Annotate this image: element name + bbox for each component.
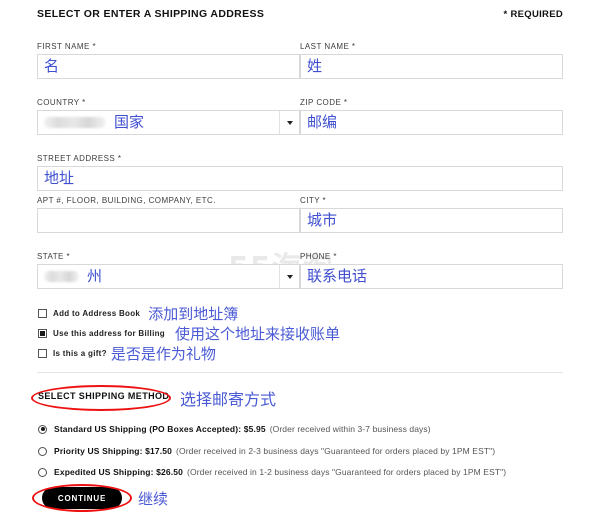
checkbox-icon[interactable] [38,329,47,338]
state-redacted-text [44,271,79,282]
shipping-option-standard[interactable]: Standard US Shipping (PO Boxes Accepted)… [38,424,431,434]
shipping-option-name: Expedited US Shipping: $26.50 [54,467,184,477]
state-value: 州 [87,267,103,285]
city-value: 城市 [307,211,338,229]
zip-code-input[interactable]: 邮编 [300,110,563,135]
state-select[interactable]: 州 [37,264,300,289]
street-address-input[interactable]: 地址 [37,166,563,191]
radio-icon[interactable] [38,424,47,434]
section-divider [37,372,563,373]
radio-icon[interactable] [38,446,47,456]
checkbox-use-for-billing[interactable]: Use this address for Billing 使用这个地址来接收账单 [38,323,340,344]
radio-icon[interactable] [38,467,47,477]
required-note: * REQUIRED [503,9,563,20]
street-address-value: 地址 [44,169,75,187]
last-name-input[interactable]: 姓 [300,54,563,79]
checkbox-annotation: 是否是作为礼物 [110,345,216,363]
shipping-option-note: (Order received in 1-2 business days "Gu… [187,467,507,477]
phone-label: PHONE * [300,252,337,261]
shipping-method-annotation: 选择邮寄方式 [180,390,277,409]
checkbox-label: Use this address for Billing [53,329,165,338]
zip-code-value: 邮编 [307,113,338,131]
page-title: SELECT OR ENTER A SHIPPING ADDRESS [37,8,265,20]
first-name-value: 名 [44,57,60,75]
field-phone: PHONE * 联系电话 [300,252,563,289]
checkbox-icon[interactable] [38,349,47,358]
field-apt: APT #, FLOOR, BUILDING, COMPANY, ETC. [37,196,300,233]
chevron-down-icon [287,120,293,125]
state-label: STATE * [37,252,71,261]
shipping-option-priority[interactable]: Priority US Shipping: $17.50 (Order rece… [38,446,495,456]
city-label: CITY * [300,196,327,205]
country-redacted-text [44,117,106,128]
phone-value: 联系电话 [307,267,368,285]
shipping-method-heading: SELECT SHIPPING METHOD [38,391,170,401]
country-dropdown-toggle[interactable] [279,111,299,134]
state-dropdown-toggle[interactable] [279,265,299,288]
shipping-option-note: (Order received in 2-3 business days "Gu… [176,446,496,456]
first-name-input[interactable]: 名 [37,54,300,79]
chevron-down-icon [287,274,293,279]
checkbox-icon[interactable] [38,309,47,318]
shipping-option-name: Priority US Shipping: $17.50 [54,446,173,456]
first-name-label: FIRST NAME * [37,42,97,51]
field-last-name: LAST NAME * 姓 [300,42,563,79]
shipping-option-note: (Order received within 3-7 business days… [269,424,431,434]
field-zip-code: ZIP CODE * 邮编 [300,98,563,135]
continue-annotation: 继续 [138,490,169,508]
field-state: STATE * 州 [37,252,300,289]
checkbox-is-gift[interactable]: Is this a gift? 是否是作为礼物 [38,343,216,364]
field-city: CITY * 城市 [300,196,563,233]
street-address-label: STREET ADDRESS * [37,154,122,163]
apt-label: APT #, FLOOR, BUILDING, COMPANY, ETC. [37,196,216,205]
country-select[interactable]: 国家 [37,110,300,135]
checkbox-annotation: 使用这个地址来接收账单 [174,325,340,343]
field-first-name: FIRST NAME * 名 [37,42,300,79]
city-input[interactable]: 城市 [300,208,563,233]
section-header: SELECT OR ENTER A SHIPPING ADDRESS * REQ… [37,8,563,20]
country-value: 国家 [114,113,145,131]
shipping-option-name: Standard US Shipping (PO Boxes Accepted)… [54,424,266,434]
phone-input[interactable]: 联系电话 [300,264,563,289]
last-name-value: 姓 [307,57,323,75]
checkbox-add-to-address-book[interactable]: Add to Address Book 添加到地址簿 [38,303,238,324]
last-name-label: LAST NAME * [300,42,356,51]
continue-button[interactable]: CONTINUE [42,487,122,509]
field-street-address: STREET ADDRESS * 地址 [37,154,563,191]
checkbox-annotation: 添加到地址簿 [148,305,239,323]
country-label: COUNTRY * [37,98,86,107]
checkbox-label: Is this a gift? [53,349,107,358]
field-country: COUNTRY * 国家 [37,98,300,135]
shipping-option-expedited[interactable]: Expedited US Shipping: $26.50 (Order rec… [38,467,506,477]
zip-code-label: ZIP CODE * [300,98,348,107]
apt-input[interactable] [37,208,300,233]
checkbox-label: Add to Address Book [53,309,141,318]
